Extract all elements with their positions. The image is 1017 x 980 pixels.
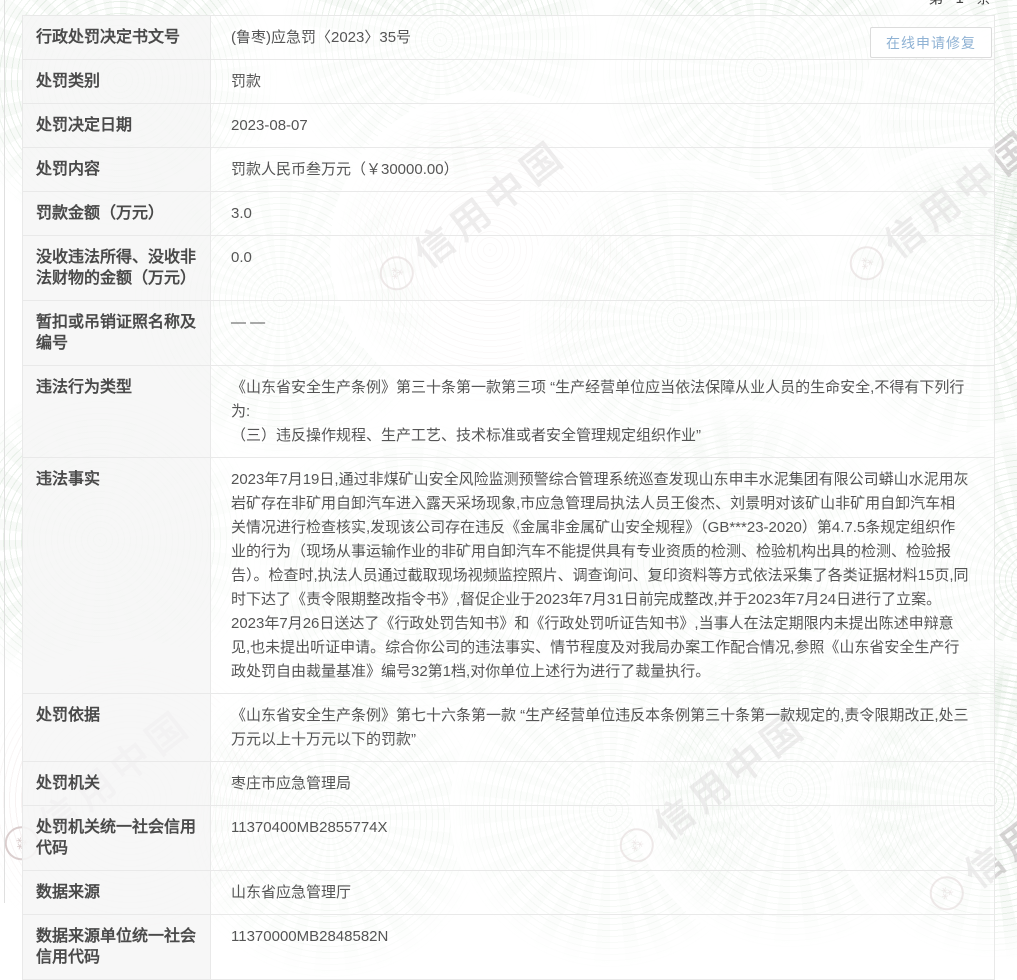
row-value: — — xyxy=(211,301,994,365)
row-value: 3.0 xyxy=(211,192,994,235)
table-row: 数据来源 山东省应急管理厅 xyxy=(23,871,994,915)
row-value: 《山东省安全生产条例》第三十条第一款第三项 “生产经营单位应当依法保障从业人员的… xyxy=(211,366,994,457)
row-label: 数据来源 xyxy=(23,871,211,914)
row-label: 没收违法所得、没收非法财物的金额（万元） xyxy=(23,236,211,300)
table-row: 没收违法所得、没收非法财物的金额（万元） 0.0 xyxy=(23,236,994,301)
row-label: 处罚类别 xyxy=(23,60,211,103)
row-label: 数据来源单位统一社会信用代码 xyxy=(23,915,211,979)
row-label: 违法行为类型 xyxy=(23,366,211,457)
row-label: 处罚机关 xyxy=(23,762,211,805)
table-row: 违法行为类型 《山东省安全生产条例》第三十条第一款第三项 “生产经营单位应当依法… xyxy=(23,366,994,458)
row-label: 处罚内容 xyxy=(23,148,211,191)
online-repair-button[interactable]: 在线申请修复 xyxy=(870,27,992,58)
penalty-detail-table: 行政处罚决定书文号 (鲁枣)应急罚〈2023〉35号 处罚类别 罚款 处罚决定日… xyxy=(22,15,995,980)
row-value: 2023-08-07 xyxy=(211,104,994,147)
row-value: 11370000MB2848582N xyxy=(211,915,994,979)
table-row: 违法事实 2023年7月19日,通过非煤矿山安全风险监测预警综合管理系统巡查发现… xyxy=(23,458,994,694)
row-value: 《山东省安全生产条例》第七十六条第一款 “生产经营单位违反本条例第三十条第一款规… xyxy=(211,694,994,761)
row-label: 行政处罚决定书文号 xyxy=(23,16,211,59)
row-value: 罚款 xyxy=(211,60,994,103)
table-row: 处罚机关统一社会信用代码 11370400MB2855774X xyxy=(23,806,994,871)
left-edge-divider xyxy=(4,0,5,903)
table-row: 处罚机关 枣庄市应急管理局 xyxy=(23,762,994,806)
table-row: 处罚类别 罚款 xyxy=(23,60,994,104)
table-row: 处罚依据 《山东省安全生产条例》第七十六条第一款 “生产经营单位违反本条例第三十… xyxy=(23,694,994,762)
row-value: 11370400MB2855774X xyxy=(211,806,994,870)
table-row: 罚款金额（万元） 3.0 xyxy=(23,192,994,236)
row-value: 2023年7月19日,通过非煤矿山安全风险监测预警综合管理系统巡查发现山东申丰水… xyxy=(211,458,994,693)
row-label: 处罚依据 xyxy=(23,694,211,761)
row-value: 山东省应急管理厅 xyxy=(211,871,994,914)
table-row: 处罚内容 罚款人民币叁万元（￥30000.00） xyxy=(23,148,994,192)
table-row: 暂扣或吊销证照名称及编号 — — xyxy=(23,301,994,366)
row-label: 处罚机关统一社会信用代码 xyxy=(23,806,211,870)
row-value: 罚款人民币叁万元（￥30000.00） xyxy=(211,148,994,191)
table-row: 数据来源单位统一社会信用代码 11370000MB2848582N xyxy=(23,915,994,979)
row-label: 违法事实 xyxy=(23,458,211,693)
row-label: 罚款金额（万元） xyxy=(23,192,211,235)
row-label: 暂扣或吊销证照名称及编号 xyxy=(23,301,211,365)
row-value: 枣庄市应急管理局 xyxy=(211,762,994,805)
row-label: 处罚决定日期 xyxy=(23,104,211,147)
table-row: 处罚决定日期 2023-08-07 xyxy=(23,104,994,148)
row-value: 0.0 xyxy=(211,236,994,300)
table-row: 行政处罚决定书文号 (鲁枣)应急罚〈2023〉35号 xyxy=(23,16,994,60)
page-top-clipped-text: 第 1 条 xyxy=(928,0,995,8)
